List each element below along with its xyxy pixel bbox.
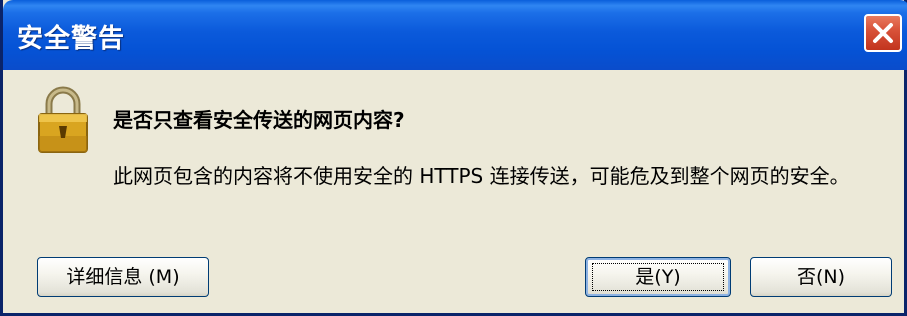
window-title: 安全警告 <box>17 24 126 54</box>
dialog-question: 是否只查看安全传送的网页内容? <box>113 108 405 132</box>
padlock-warning-icon <box>38 86 88 153</box>
no-button[interactable]: 否(N) <box>750 257 892 297</box>
focus-rectangle <box>592 263 724 291</box>
title-bar[interactable]: 安全警告 <box>3 0 907 70</box>
details-button[interactable]: 详细信息 (M) <box>37 257 209 297</box>
yes-button[interactable]: 是(Y) <box>585 257 731 297</box>
dialog-message: 此网页包含的内容将不使用安全的 HTTPS 连接传送，可能危及到整个网页的安全。 <box>113 164 850 188</box>
close-icon <box>873 23 893 43</box>
security-warning-dialog: 安全警告 是否只查看安全传送的网页内容? 此网页包含的内容将不使用安全的 HTT… <box>0 0 907 316</box>
close-button[interactable] <box>864 14 902 52</box>
